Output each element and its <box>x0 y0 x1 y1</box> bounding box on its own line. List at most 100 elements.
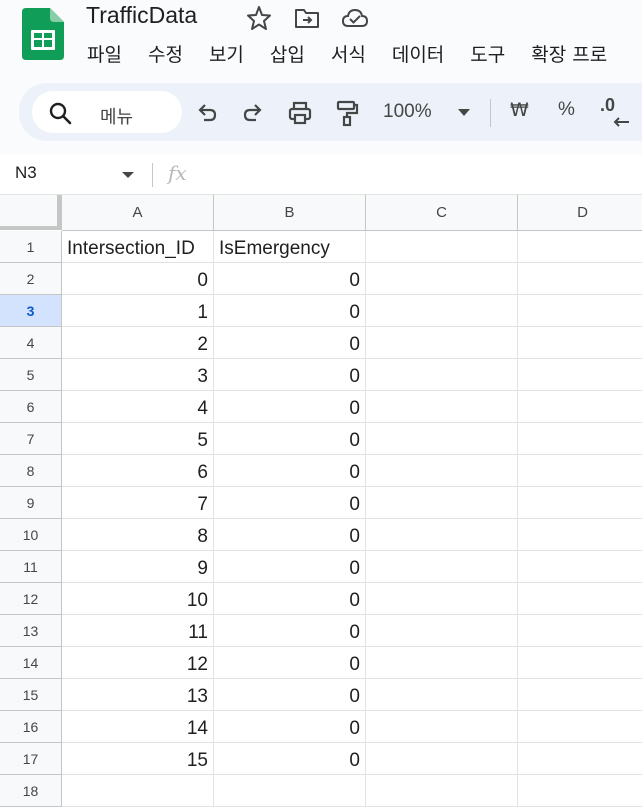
cell-b5[interactable]: 0 <box>214 359 366 391</box>
spreadsheet-grid[interactable]: A B C D 1 Intersection_ID IsEmergency 2 0 0 3 1 0 4 2 0… <box>0 195 642 811</box>
menu-format[interactable]: 서식 <box>331 40 366 68</box>
cell-d9[interactable] <box>518 487 642 519</box>
cell-a6[interactable]: 4 <box>62 391 214 423</box>
cell-c4[interactable] <box>366 327 518 359</box>
cell-b7[interactable]: 0 <box>214 423 366 455</box>
menu-extensions[interactable]: 확장 프로 <box>531 40 607 68</box>
menu-insert[interactable]: 삽입 <box>270 40 305 68</box>
row-header[interactable]: 13 <box>0 615 62 647</box>
cell-b4[interactable]: 0 <box>214 327 366 359</box>
cell-b9[interactable]: 0 <box>214 487 366 519</box>
cell-b13[interactable]: 0 <box>214 615 366 647</box>
cell-d10[interactable] <box>518 519 642 551</box>
cell-a13[interactable]: 11 <box>62 615 214 647</box>
row-header[interactable]: 9 <box>0 487 62 519</box>
row-header[interactable]: 5 <box>0 359 62 391</box>
cell-b14[interactable]: 0 <box>214 647 366 679</box>
star-icon[interactable] <box>246 5 272 31</box>
column-header-d[interactable]: D <box>518 195 642 231</box>
row-header[interactable]: 6 <box>0 391 62 423</box>
cell-b6[interactable]: 0 <box>214 391 366 423</box>
redo-icon[interactable] <box>241 101 265 125</box>
cell-d4[interactable] <box>518 327 642 359</box>
row-header[interactable]: 14 <box>0 647 62 679</box>
column-header-c[interactable]: C <box>366 195 518 231</box>
cell-d16[interactable] <box>518 711 642 743</box>
cell-d3[interactable] <box>518 295 642 327</box>
cell-c12[interactable] <box>366 583 518 615</box>
chevron-down-icon[interactable] <box>458 109 470 117</box>
row-header[interactable]: 18 <box>0 775 62 807</box>
cell-d14[interactable] <box>518 647 642 679</box>
cell-b15[interactable]: 0 <box>214 679 366 711</box>
cell-b11[interactable]: 0 <box>214 551 366 583</box>
cell-c10[interactable] <box>366 519 518 551</box>
cell-d5[interactable] <box>518 359 642 391</box>
cell-c3[interactable] <box>366 295 518 327</box>
zoom-select[interactable]: 100% <box>383 101 432 123</box>
cell-c14[interactable] <box>366 647 518 679</box>
cell-c16[interactable] <box>366 711 518 743</box>
print-icon[interactable] <box>287 100 313 126</box>
cell-a5[interactable]: 3 <box>62 359 214 391</box>
cell-b3[interactable]: 0 <box>214 295 366 327</box>
decrease-decimal-button[interactable]: .0 <box>600 95 615 116</box>
cell-d8[interactable] <box>518 455 642 487</box>
row-header[interactable]: 11 <box>0 551 62 583</box>
cell-d13[interactable] <box>518 615 642 647</box>
cell-c11[interactable] <box>366 551 518 583</box>
cell-a14[interactable]: 12 <box>62 647 214 679</box>
cell-b2[interactable]: 0 <box>214 263 366 295</box>
cell-c2[interactable] <box>366 263 518 295</box>
cell-d12[interactable] <box>518 583 642 615</box>
menu-view[interactable]: 보기 <box>209 40 244 68</box>
cell-d18[interactable] <box>518 775 642 807</box>
row-header[interactable]: 12 <box>0 583 62 615</box>
name-box[interactable]: N3 <box>15 163 37 183</box>
menu-tools[interactable]: 도구 <box>470 40 505 68</box>
cell-d11[interactable] <box>518 551 642 583</box>
row-header[interactable]: 10 <box>0 519 62 551</box>
cell-a7[interactable]: 5 <box>62 423 214 455</box>
cell-d1[interactable] <box>518 231 642 263</box>
column-header-a[interactable]: A <box>62 195 214 231</box>
cell-c13[interactable] <box>366 615 518 647</box>
cell-a1[interactable]: Intersection_ID <box>62 231 214 263</box>
column-header-b[interactable]: B <box>214 195 366 231</box>
cell-b1[interactable]: IsEmergency <box>214 231 366 263</box>
search-menus-button[interactable]: 메뉴 <box>32 91 182 133</box>
cell-a4[interactable]: 2 <box>62 327 214 359</box>
cell-a18[interactable] <box>62 775 214 807</box>
cell-c15[interactable] <box>366 679 518 711</box>
cell-c18[interactable] <box>366 775 518 807</box>
cell-b18[interactable] <box>214 775 366 807</box>
menu-file[interactable]: 파일 <box>87 40 122 68</box>
row-header[interactable]: 16 <box>0 711 62 743</box>
cloud-saved-icon[interactable] <box>340 5 370 31</box>
row-header[interactable]: 1 <box>0 231 62 263</box>
cell-d17[interactable] <box>518 743 642 775</box>
move-to-folder-icon[interactable] <box>293 5 321 31</box>
cell-a3[interactable]: 1 <box>62 295 214 327</box>
row-header[interactable]: 2 <box>0 263 62 295</box>
cell-b16[interactable]: 0 <box>214 711 366 743</box>
cell-c7[interactable] <box>366 423 518 455</box>
cell-d2[interactable] <box>518 263 642 295</box>
row-header[interactable]: 3 <box>0 295 62 327</box>
select-all-corner[interactable] <box>0 195 62 230</box>
cell-a12[interactable]: 10 <box>62 583 214 615</box>
row-header[interactable]: 8 <box>0 455 62 487</box>
cell-b8[interactable]: 0 <box>214 455 366 487</box>
document-title[interactable]: TrafficData <box>86 2 197 29</box>
cell-b10[interactable]: 0 <box>214 519 366 551</box>
cell-b17[interactable]: 0 <box>214 743 366 775</box>
cell-a16[interactable]: 14 <box>62 711 214 743</box>
format-percent-button[interactable]: % <box>558 99 575 121</box>
cell-b12[interactable]: 0 <box>214 583 366 615</box>
cell-a9[interactable]: 7 <box>62 487 214 519</box>
row-header[interactable]: 7 <box>0 423 62 455</box>
undo-icon[interactable] <box>195 101 219 125</box>
cell-c8[interactable] <box>366 455 518 487</box>
cell-a15[interactable]: 13 <box>62 679 214 711</box>
cell-c5[interactable] <box>366 359 518 391</box>
